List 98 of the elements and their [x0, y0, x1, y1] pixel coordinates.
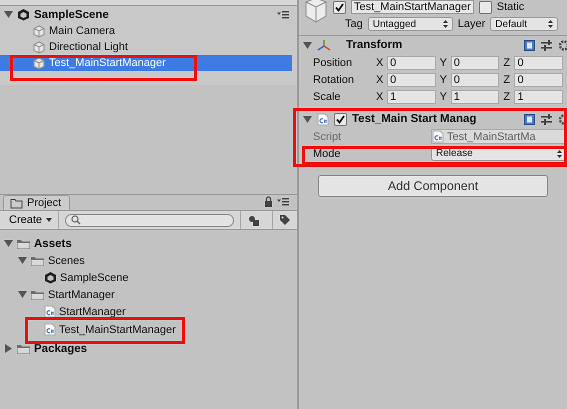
tree-item[interactable]: StartManager	[18, 286, 115, 303]
property-label: Rotation	[313, 74, 355, 86]
search-field[interactable]	[65, 214, 234, 226]
item-label: Assets	[34, 238, 72, 250]
updown-icon	[442, 20, 448, 28]
updown-icon	[557, 150, 562, 158]
checkmark-icon	[335, 2, 344, 12]
create-button[interactable]: Create	[6, 211, 60, 229]
item-label: Test_MainStartManager	[59, 324, 176, 336]
number-field[interactable]: 1	[387, 90, 436, 104]
csharp-file-icon	[44, 323, 56, 336]
item-label: Packages	[34, 342, 88, 354]
axis-label: X	[376, 90, 384, 102]
axes-icon	[317, 38, 331, 52]
add-component-button[interactable]: Add Component	[318, 175, 548, 197]
number-field[interactable]: 0	[450, 72, 500, 86]
number-field[interactable]: 1	[450, 90, 500, 104]
name-field[interactable]: Test_MainStartManager	[351, 0, 474, 14]
folder-icon	[10, 198, 23, 208]
gameobject-cube-icon	[305, 0, 327, 24]
property-label: Scale	[313, 90, 342, 102]
item-label: Directional Light	[49, 41, 128, 53]
settings-icon[interactable]	[558, 114, 567, 124]
number-field[interactable]: 0	[450, 56, 500, 70]
static-label: Static	[496, 1, 524, 13]
project-tab[interactable]: Project	[3, 195, 70, 210]
expanded-arrow-icon[interactable]	[4, 10, 13, 19]
property-label: Mode	[313, 148, 342, 160]
item-label: StartManager	[59, 306, 126, 318]
caret-icon	[46, 218, 52, 222]
tag-dropdown[interactable]: Untagged	[368, 17, 453, 31]
item-label: Main Camera	[49, 25, 116, 37]
tree-item[interactable]: StartManager	[32, 303, 126, 320]
cube-icon	[33, 56, 45, 70]
axis-label: Z	[503, 56, 512, 68]
hierarchy-item[interactable]: Directional Light	[0, 39, 292, 55]
tree-item[interactable]: Test_MainStartManager	[25, 317, 185, 344]
folder-icon	[30, 288, 45, 300]
property-label: Position	[313, 56, 354, 68]
item-label: SampleScene	[60, 272, 128, 284]
tab-label: Project	[27, 197, 62, 209]
number-field[interactable]: 1	[514, 90, 564, 104]
expanded-arrow-icon[interactable]	[4, 239, 13, 248]
checkmark-icon	[336, 114, 345, 124]
tree-item[interactable]: SampleScene	[32, 269, 128, 286]
cube-icon	[33, 24, 45, 38]
sliders-icon[interactable]	[541, 40, 552, 50]
folder-icon	[16, 342, 31, 354]
tag-label: Tag	[345, 18, 363, 30]
expanded-arrow-icon[interactable]	[303, 40, 312, 50]
axis-label: Y	[440, 90, 448, 102]
expanded-arrow-icon[interactable]	[18, 290, 27, 299]
property-label: Script	[313, 130, 342, 142]
axis-label: Z	[503, 90, 512, 102]
number-field[interactable]: 0	[387, 56, 436, 70]
menu-icon[interactable]	[277, 10, 289, 18]
csharp-file-icon	[317, 112, 329, 126]
layer-dropdown[interactable]: Default	[490, 17, 558, 31]
number-field[interactable]: 0	[387, 72, 436, 86]
static-checkbox[interactable]	[478, 0, 492, 14]
component-header[interactable]: Transform	[299, 36, 567, 54]
search-icon	[71, 215, 82, 225]
script-field: Test_MainStartMa	[431, 129, 567, 144]
component-header[interactable]: Test_Main Start Manag	[299, 110, 567, 128]
folder-icon	[30, 254, 45, 266]
updown-icon	[548, 20, 554, 28]
expanded-arrow-icon[interactable]	[18, 256, 27, 265]
enabled-checkbox[interactable]	[334, 112, 347, 126]
axis-label: X	[376, 74, 384, 86]
axis-label: Z	[503, 74, 512, 86]
menu-icon[interactable]	[277, 198, 289, 206]
tree-item[interactable]: Scenes	[18, 252, 85, 269]
folder-icon	[16, 238, 31, 250]
csharp-file-icon	[432, 130, 444, 143]
settings-icon[interactable]	[558, 40, 567, 50]
collapsed-arrow-icon[interactable]	[4, 344, 13, 353]
number-field[interactable]: 0	[514, 56, 564, 70]
active-checkbox[interactable]	[333, 0, 346, 14]
item-label: StartManager	[48, 288, 115, 300]
component-title: Transform	[346, 39, 404, 51]
axis-label: X	[376, 56, 384, 68]
expanded-arrow-icon[interactable]	[303, 114, 312, 124]
cube-icon	[33, 40, 45, 54]
tree-item[interactable]: Assets	[4, 235, 72, 252]
axis-label: Y	[440, 56, 448, 68]
scene-name[interactable]: SampleScene	[34, 8, 273, 20]
lock-icon[interactable]	[264, 196, 273, 207]
component-title: Test_Main Start Manag	[352, 113, 478, 125]
number-field[interactable]: 0	[514, 72, 564, 86]
tag-icon	[279, 214, 291, 226]
item-label: Scenes	[48, 254, 85, 266]
hierarchy-item[interactable]: Main Camera	[0, 23, 292, 39]
layer-label: Layer	[458, 18, 486, 30]
csharp-file-icon	[44, 305, 56, 318]
shapes-icon	[247, 214, 260, 226]
axis-label: Y	[440, 74, 448, 86]
item-label: Test_MainStartManager	[49, 57, 166, 69]
sliders-icon[interactable]	[541, 114, 552, 124]
